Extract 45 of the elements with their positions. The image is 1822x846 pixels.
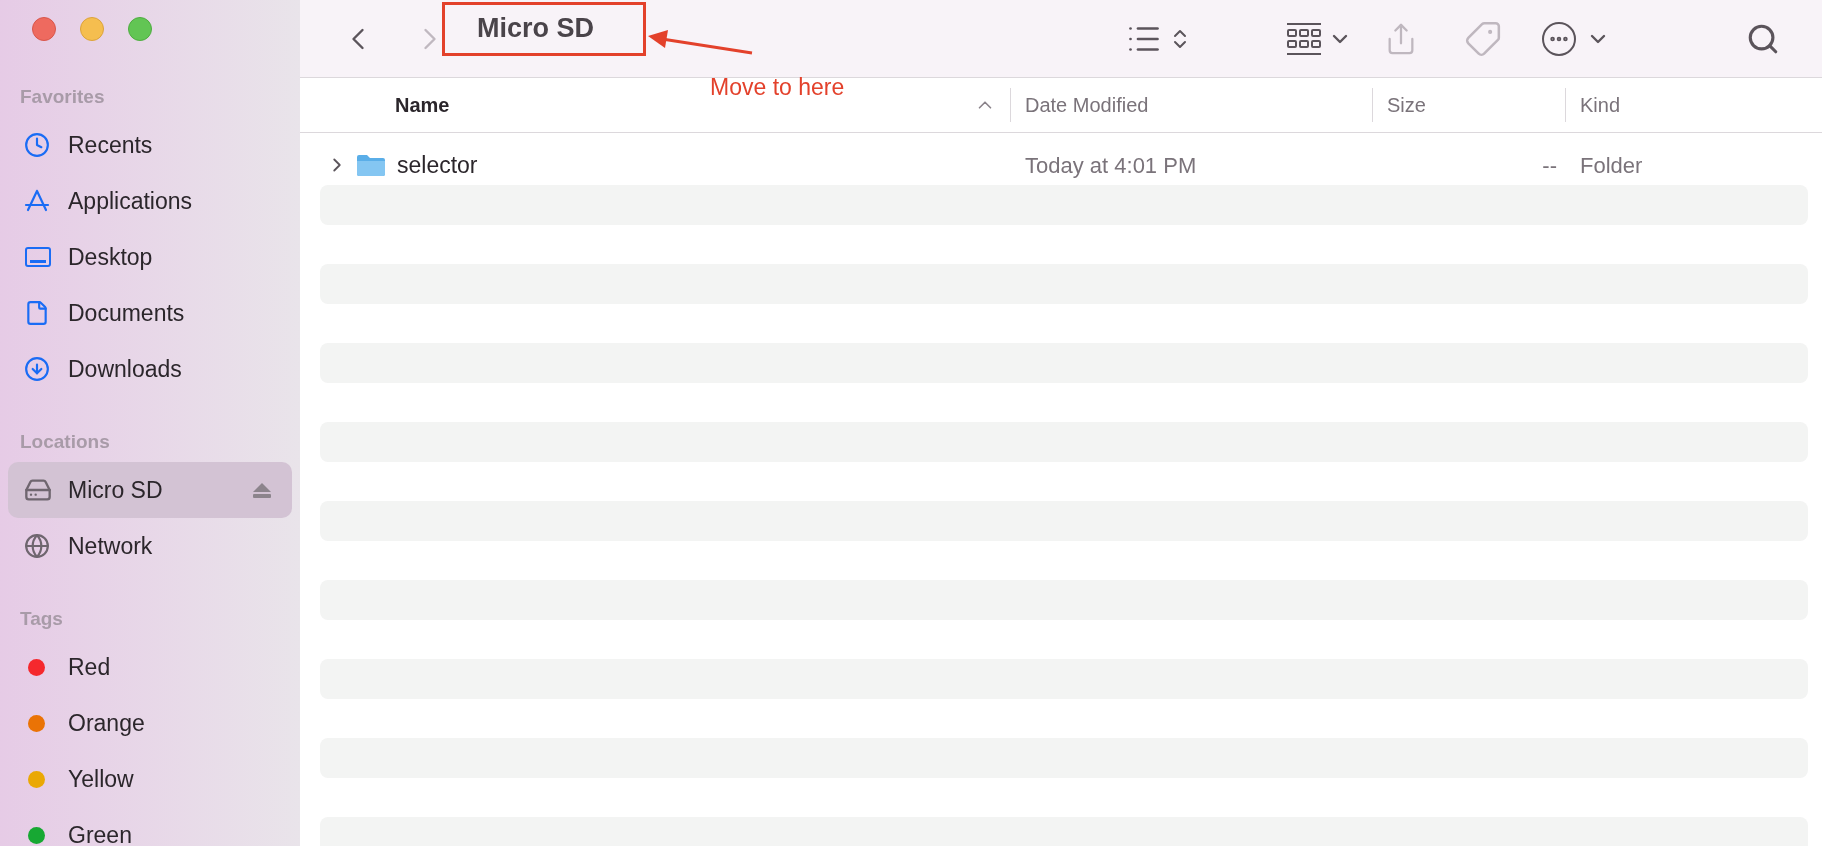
- sidebar-item[interactable]: Documents: [8, 285, 292, 341]
- section-heading: Favorites: [20, 84, 105, 109]
- folder-icon: [356, 153, 386, 177]
- sidebar-label: Downloads: [68, 354, 183, 384]
- clock-icon: [24, 132, 50, 158]
- sidebar-label: Green: [68, 820, 133, 846]
- sidebar-item[interactable]: Recents: [8, 117, 292, 173]
- desktop-icon: [24, 245, 52, 269]
- sidebar-item[interactable]: Applications: [8, 173, 292, 229]
- sidebar-label: Orange: [68, 708, 146, 738]
- section-heading: Tags: [20, 606, 63, 631]
- sidebar-item[interactable]: Micro SD: [8, 462, 292, 518]
- file-name: selector: [397, 150, 478, 180]
- column-header[interactable]: Date Modified: [1025, 90, 1149, 120]
- sidebar-label: Red: [68, 652, 112, 682]
- sidebar-label: Yellow: [68, 764, 135, 794]
- table-cell-text: --: [1542, 151, 1557, 180]
- sidebar-item[interactable]: Desktop: [8, 229, 292, 285]
- sidebar-label: Applications: [68, 186, 194, 216]
- sidebar-item[interactable]: Orange: [8, 695, 292, 751]
- table-cell: Today at 4:01 PM: [1025, 152, 1197, 178]
- sidebar-item[interactable]: Downloads: [8, 341, 292, 397]
- sidebar-label: Recents: [68, 130, 154, 160]
- column-header[interactable]: Size: [1387, 90, 1426, 120]
- sidebar-item[interactable]: Red: [8, 639, 292, 695]
- document-icon: [24, 300, 50, 326]
- sidebar-item[interactable]: Yellow: [8, 751, 292, 807]
- more-icon[interactable]: [1542, 21, 1576, 56]
- section-heading: Locations: [20, 429, 110, 454]
- sidebar-item[interactable]: Network: [8, 518, 292, 574]
- annotation-text: Move to here: [710, 73, 845, 102]
- window-title: Micro SD: [477, 12, 595, 46]
- table-cell: Folder: [1580, 152, 1643, 178]
- group-view-icon[interactable]: [1286, 20, 1322, 57]
- app-store-icon: [24, 188, 50, 214]
- close-icon[interactable]: [32, 17, 56, 41]
- download-icon: [24, 356, 50, 382]
- column-header[interactable]: Kind: [1580, 90, 1621, 120]
- column-header[interactable]: Name: [395, 90, 450, 120]
- sidebar-label: Documents: [68, 298, 186, 328]
- sidebar-label: Micro SD: [68, 475, 164, 505]
- sidebar-label: Network: [68, 531, 154, 561]
- globe-icon: [24, 533, 50, 559]
- sidebar-item[interactable]: Green: [8, 807, 292, 846]
- sidebar-label: Desktop: [68, 242, 154, 272]
